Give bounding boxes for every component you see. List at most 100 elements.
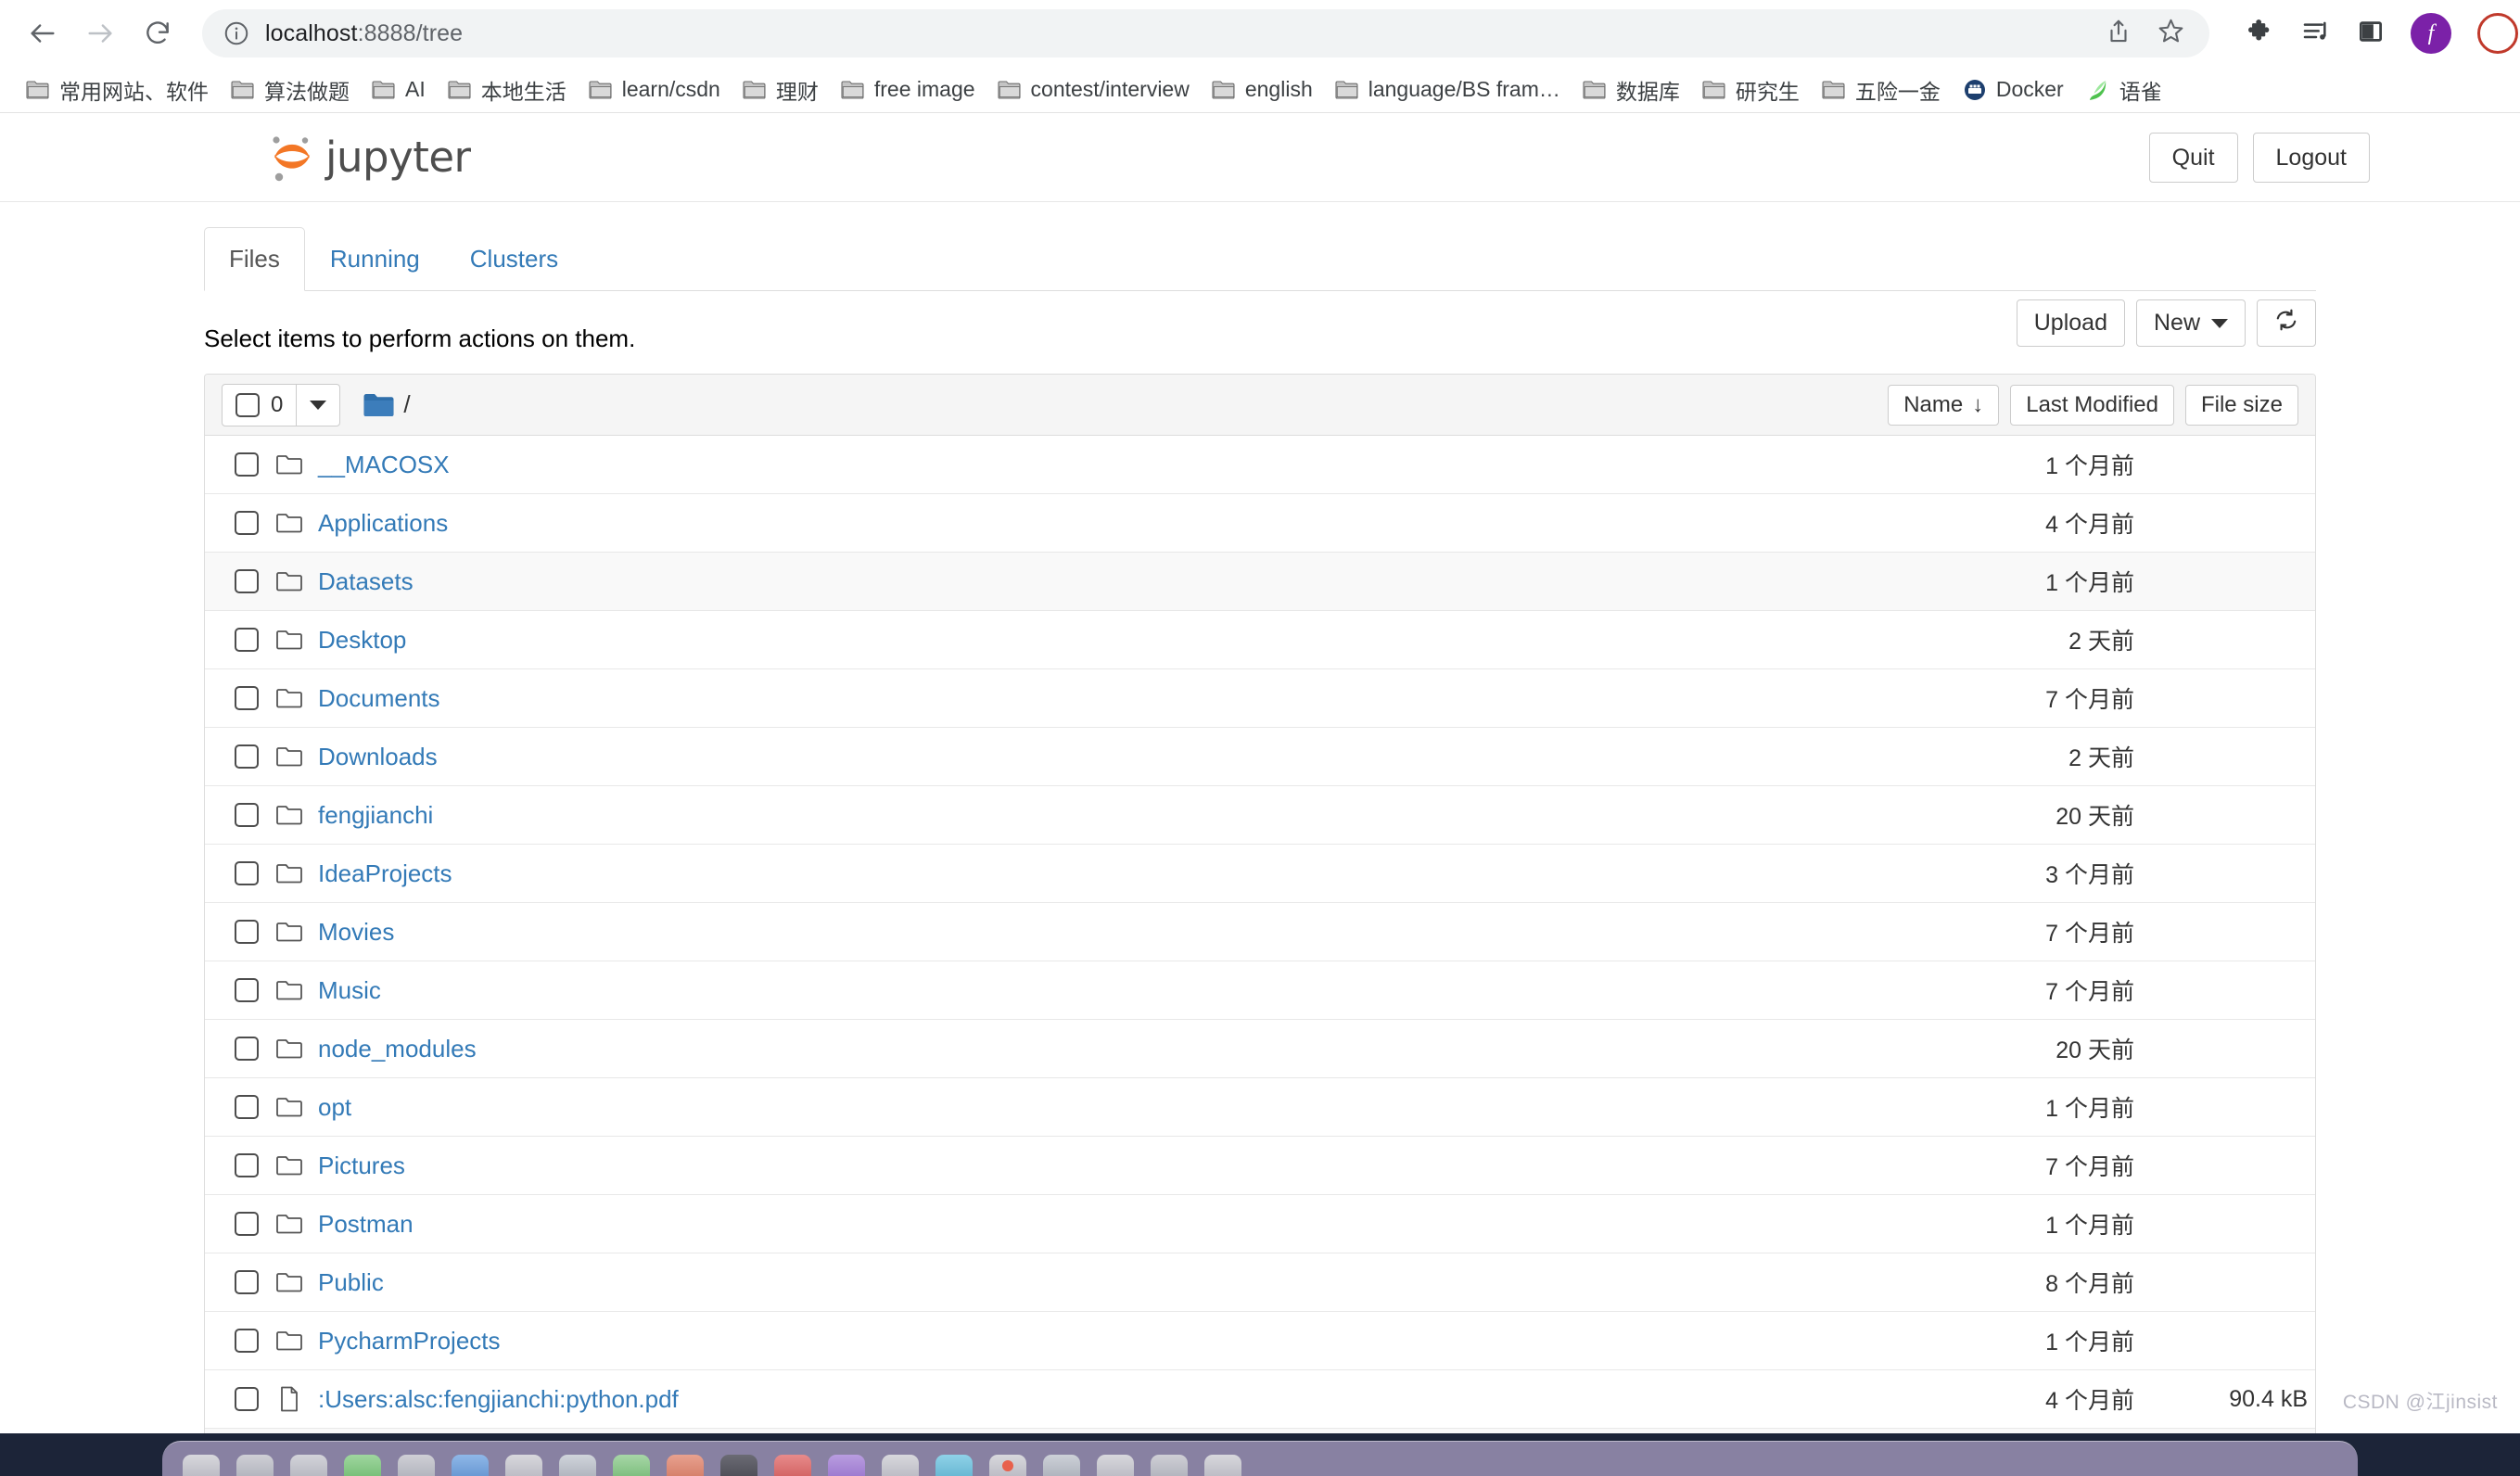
table-row[interactable]: :Users:alsc:fengjianchi:python.pdf4 个月前9… — [205, 1370, 2315, 1429]
row-checkbox[interactable] — [235, 1153, 259, 1177]
table-row[interactable]: Pictures7 个月前 — [205, 1137, 2315, 1195]
dock-icon[interactable] — [290, 1455, 327, 1476]
file-name-link[interactable]: Public — [318, 1268, 384, 1297]
row-checkbox[interactable] — [235, 511, 259, 535]
upload-button[interactable]: Upload — [2017, 299, 2125, 347]
bookmark-item[interactable]: 语雀 — [2075, 70, 2173, 109]
file-name-link[interactable]: fengjianchi — [318, 801, 433, 830]
bookmark-item[interactable]: free image — [830, 73, 986, 106]
table-row[interactable]: node_modules20 天前 — [205, 1020, 2315, 1078]
dock-icon[interactable] — [1097, 1455, 1134, 1476]
breadcrumb[interactable]: / — [363, 390, 410, 419]
bookmark-item[interactable]: 五险一金 — [1811, 70, 1952, 109]
file-name-link[interactable]: Movies — [318, 918, 394, 947]
select-all-checkbox-cell[interactable]: 0 — [223, 385, 296, 426]
quit-button[interactable]: Quit — [2149, 133, 2238, 183]
bookmark-item[interactable]: Docker — [1952, 73, 2075, 106]
file-name-link[interactable]: Downloads — [318, 743, 438, 771]
row-checkbox[interactable] — [235, 569, 259, 593]
bookmark-item[interactable]: 研究生 — [1691, 70, 1811, 109]
table-row[interactable]: Movies7 个月前 — [205, 903, 2315, 961]
row-checkbox[interactable] — [235, 803, 259, 827]
row-checkbox[interactable] — [235, 744, 259, 769]
file-name-link[interactable]: __MACOSX — [318, 451, 450, 479]
bookmark-item[interactable]: contest/interview — [986, 73, 1201, 106]
dock-icon[interactable] — [720, 1455, 757, 1476]
row-checkbox[interactable] — [235, 686, 259, 710]
table-row[interactable]: __MACOSX1 个月前 — [205, 436, 2315, 494]
bookmark-item[interactable]: 算法做题 — [220, 70, 361, 109]
row-checkbox[interactable] — [235, 861, 259, 885]
row-checkbox[interactable] — [235, 1270, 259, 1294]
jupyter-brand[interactable]: jupyter — [268, 132, 471, 184]
avatar[interactable]: f — [2411, 13, 2451, 54]
file-name-link[interactable]: PycharmProjects — [318, 1327, 501, 1355]
table-row[interactable]: Music7 个月前 — [205, 961, 2315, 1020]
table-row[interactable]: Datasets1 个月前 — [205, 553, 2315, 611]
share-icon[interactable] — [2105, 18, 2132, 50]
dock-icon[interactable] — [935, 1455, 973, 1476]
table-row[interactable]: IdeaProjects3 个月前 — [205, 845, 2315, 903]
table-row[interactable]: Public8 个月前 — [205, 1253, 2315, 1312]
bookmark-item[interactable]: learn/csdn — [578, 73, 732, 106]
sort-name-button[interactable]: Name↓ — [1888, 385, 1999, 426]
tab-files[interactable]: Files — [204, 227, 305, 291]
dock-icon[interactable] — [505, 1455, 542, 1476]
sort-modified-button[interactable]: Last Modified — [2010, 385, 2174, 426]
row-checkbox[interactable] — [235, 978, 259, 1002]
row-checkbox[interactable] — [235, 1095, 259, 1119]
file-name-link[interactable]: Desktop — [318, 626, 406, 655]
sort-size-button[interactable]: File size — [2185, 385, 2298, 426]
dock-icon[interactable] — [667, 1455, 704, 1476]
file-name-link[interactable]: Postman — [318, 1210, 414, 1239]
new-button[interactable]: New — [2136, 299, 2246, 347]
file-name-link[interactable]: IdeaProjects — [318, 859, 452, 888]
row-checkbox[interactable] — [235, 1387, 259, 1411]
row-checkbox[interactable] — [235, 628, 259, 652]
dock-icon[interactable] — [1043, 1455, 1080, 1476]
table-row[interactable]: PycharmProjects1 个月前 — [205, 1312, 2315, 1370]
file-name-link[interactable]: node_modules — [318, 1035, 477, 1063]
file-name-link[interactable]: :Users:alsc:fengjianchi:python.pdf — [318, 1385, 679, 1414]
row-checkbox[interactable] — [235, 1329, 259, 1353]
table-row[interactable]: Downloads2 天前 — [205, 728, 2315, 786]
bookmark-item[interactable]: language/BS fram… — [1324, 73, 1572, 106]
row-checkbox[interactable] — [235, 920, 259, 944]
row-checkbox[interactable] — [235, 1212, 259, 1236]
table-row[interactable]: fengjianchi20 天前 — [205, 786, 2315, 845]
table-row[interactable]: Postman1 个月前 — [205, 1195, 2315, 1253]
bookmark-item[interactable]: english — [1201, 73, 1324, 106]
bookmark-item[interactable]: AI — [361, 73, 437, 106]
dock-icon[interactable] — [989, 1455, 1026, 1476]
checkbox-icon[interactable] — [235, 393, 260, 417]
puzzle-icon[interactable] — [2246, 17, 2275, 50]
table-row[interactable]: opt1 个月前 — [205, 1078, 2315, 1137]
dock-icon[interactable] — [452, 1455, 489, 1476]
table-row[interactable]: Desktop2 天前 — [205, 611, 2315, 669]
tab-clusters[interactable]: Clusters — [445, 227, 583, 291]
bookmark-item[interactable]: 数据库 — [1572, 70, 1691, 109]
media-playlist-icon[interactable] — [2301, 17, 2331, 51]
bookmark-item[interactable]: 本地生活 — [437, 70, 578, 109]
dock-icon[interactable] — [882, 1455, 919, 1476]
star-icon[interactable] — [2157, 17, 2185, 50]
dock-icon[interactable] — [236, 1455, 274, 1476]
forward-arrow-icon[interactable] — [74, 7, 126, 59]
back-arrow-icon[interactable] — [17, 7, 69, 59]
dock-icon[interactable] — [828, 1455, 865, 1476]
info-circle-icon[interactable] — [223, 19, 250, 47]
file-name-link[interactable]: Datasets — [318, 567, 414, 596]
tab-running[interactable]: Running — [305, 227, 445, 291]
file-name-link[interactable]: Applications — [318, 509, 448, 538]
sidebar-panel-icon[interactable] — [2357, 18, 2385, 50]
dock-icon[interactable] — [1204, 1455, 1241, 1476]
dock-icon[interactable] — [344, 1455, 381, 1476]
dock-icon[interactable] — [774, 1455, 811, 1476]
row-checkbox[interactable] — [235, 452, 259, 477]
dock-icon[interactable] — [398, 1455, 435, 1476]
file-name-link[interactable]: Documents — [318, 684, 440, 713]
address-bar[interactable]: localhost:8888/tree — [202, 9, 2209, 57]
file-name-link[interactable]: Pictures — [318, 1152, 405, 1180]
row-checkbox[interactable] — [235, 1037, 259, 1061]
select-dropdown-button[interactable] — [296, 385, 339, 426]
